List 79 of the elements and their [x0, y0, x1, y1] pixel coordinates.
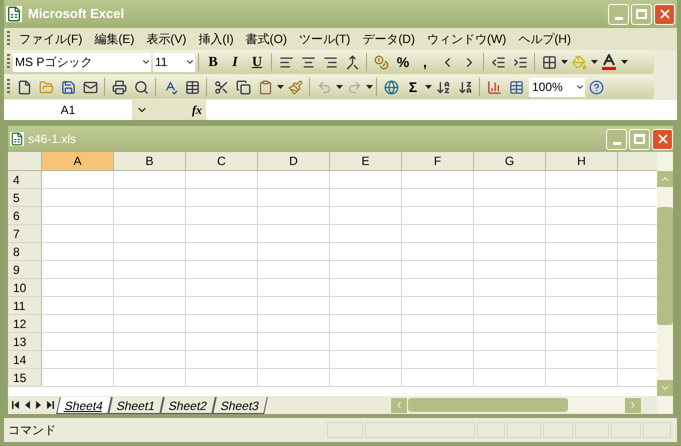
row-header[interactable]: 5: [8, 189, 42, 206]
scroll-thumb[interactable]: [657, 207, 673, 325]
status-text: コマンド: [8, 422, 57, 439]
row-header[interactable]: 15: [8, 369, 42, 386]
insert-function-button[interactable]: fx: [192, 101, 202, 119]
column-header[interactable]: F: [402, 152, 474, 170]
row-header[interactable]: 8: [8, 243, 42, 260]
column-header[interactable]: H: [546, 152, 618, 170]
comma-button[interactable]: ,: [414, 51, 436, 73]
status-pane: [327, 422, 363, 438]
row-header[interactable]: 4: [8, 171, 42, 188]
status-pane: [543, 422, 573, 438]
menu-item[interactable]: 編集(E): [88, 30, 140, 48]
workbook-title: s46-1.xls: [28, 131, 78, 148]
row-header[interactable]: 12: [8, 315, 42, 332]
sheet-tab[interactable]: Sheet4: [56, 396, 112, 414]
column-header[interactable]: E: [330, 152, 402, 170]
scroll-thumb[interactable]: [408, 398, 568, 412]
minimize-button[interactable]: [606, 128, 627, 150]
next-sheet-icon[interactable]: [36, 401, 41, 409]
menu-item[interactable]: データ(D): [356, 30, 421, 48]
column-header[interactable]: C: [186, 152, 258, 170]
column-header[interactable]: D: [258, 152, 330, 170]
bold-button[interactable]: B: [202, 51, 224, 73]
status-pane: [507, 422, 541, 438]
minimize-button[interactable]: [608, 4, 629, 24]
maximize-button[interactable]: [631, 4, 652, 24]
percent-button[interactable]: %: [392, 51, 414, 73]
scroll-left-button[interactable]: [391, 398, 407, 412]
font-size-field[interactable]: 11: [153, 52, 195, 72]
row-header[interactable]: 14: [8, 351, 42, 368]
close-icon: [656, 132, 670, 146]
menu-item[interactable]: 表示(V): [140, 30, 192, 48]
toolbar-grip-icon[interactable]: [7, 31, 10, 47]
scroll-right-button[interactable]: [625, 398, 641, 412]
vertical-scrollbar[interactable]: [657, 152, 673, 414]
zoom-field[interactable]: 100%: [529, 78, 585, 96]
scroll-down-button[interactable]: [657, 380, 673, 396]
row-header[interactable]: 13: [8, 333, 42, 350]
window-title: Microsoft Excel: [28, 5, 126, 24]
column-header[interactable]: B: [114, 152, 186, 170]
close-button[interactable]: [652, 128, 673, 150]
row-header[interactable]: 7: [8, 225, 42, 242]
status-pane: [575, 422, 609, 438]
menu-item[interactable]: ツール(T): [292, 30, 356, 48]
horizontal-scrollbar[interactable]: [391, 397, 641, 413]
name-box[interactable]: A1: [4, 100, 132, 120]
maximize-button[interactable]: [629, 128, 650, 150]
toolbar-grip-icon[interactable]: [7, 79, 10, 95]
workbook-icon: [10, 132, 24, 146]
excel-logo-icon: [6, 6, 22, 22]
menu-item[interactable]: 挿入(I): [192, 30, 240, 48]
close-icon: [658, 7, 672, 21]
italic-button[interactable]: I: [224, 51, 246, 73]
underline-button[interactable]: U: [246, 51, 268, 73]
row-header[interactable]: 9: [8, 261, 42, 278]
previous-sheet-icon[interactable]: [25, 401, 30, 409]
column-header[interactable]: A: [42, 152, 114, 170]
menu-item[interactable]: ファイル(F): [13, 30, 88, 48]
menu-item[interactable]: ウィンドウ(W): [420, 30, 512, 48]
menu-item[interactable]: ヘルプ(H): [512, 30, 577, 48]
row-header[interactable]: 11: [8, 297, 42, 314]
first-sheet-icon[interactable]: [12, 401, 19, 409]
last-sheet-icon[interactable]: [47, 401, 54, 409]
autosum-button[interactable]: Σ: [402, 76, 424, 98]
status-pane: [643, 422, 671, 438]
close-button[interactable]: [654, 4, 675, 24]
sheet-tab[interactable]: Sheet3: [212, 396, 268, 414]
sheet-tab[interactable]: Sheet1: [108, 396, 164, 414]
row-header[interactable]: 6: [8, 207, 42, 224]
sheet-tab[interactable]: Sheet2: [160, 396, 216, 414]
scroll-up-button[interactable]: [657, 171, 673, 187]
column-header[interactable]: G: [474, 152, 546, 170]
status-pane: [477, 422, 505, 438]
status-pane: [611, 422, 641, 438]
font-name-field[interactable]: MS Pゴシック: [13, 52, 151, 72]
toolbar-grip-icon[interactable]: [7, 54, 10, 70]
row-header[interactable]: 10: [8, 279, 42, 296]
menu-item[interactable]: 書式(O): [240, 30, 293, 48]
